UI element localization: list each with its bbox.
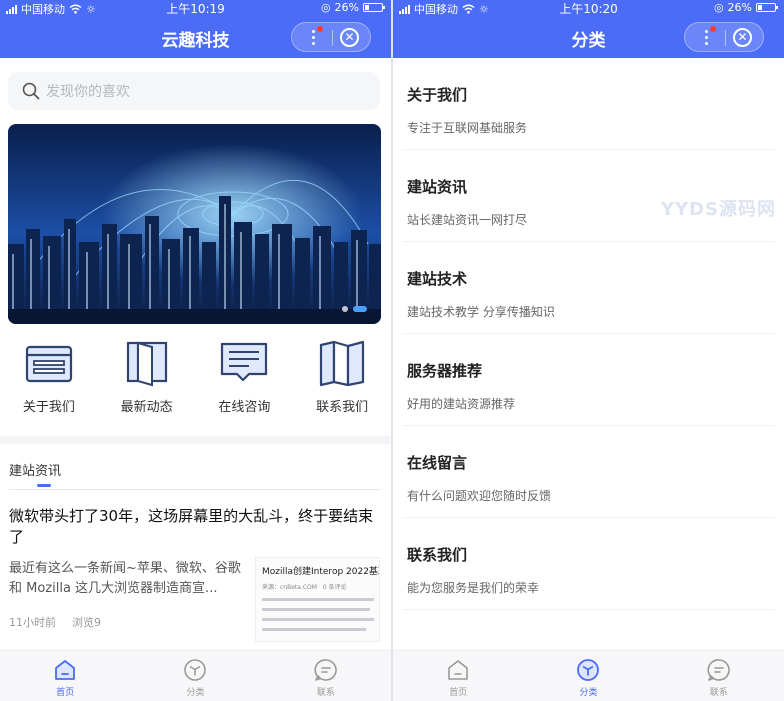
search-placeholder: 发现你的喜欢 [46, 84, 130, 100]
category-description: 建站技术教学 分享传播知识 [407, 305, 555, 319]
category-title: 服务器推荐 [407, 362, 483, 380]
close-icon[interactable]: ✕ [340, 28, 359, 47]
category-list: 关于我们 专注于互联网基础服务 建站资讯 站长建站资讯一网打尽 建站技术 建站技… [393, 58, 784, 610]
carousel-indicator [342, 306, 367, 312]
category-description: 站长建站资讯一网打尽 [407, 213, 528, 227]
article-views: 浏览9 [72, 616, 101, 629]
category-description: 专注于互联网基础服务 [407, 121, 528, 135]
home-screen: 中国移动 ☼ 上午10:19 ◎ 26% 云趣科技 ✕ 发现你的喜欢 关于我们 … [0, 0, 391, 701]
book-icon [126, 341, 167, 387]
grid-label: 联系我们 [316, 400, 369, 415]
cube-icon [184, 659, 207, 681]
grid-label: 关于我们 [22, 400, 75, 415]
tab-bar: 首页 分类 联系 [0, 650, 391, 701]
article-time: 11小时前 [9, 616, 56, 629]
grid-label: 在线咨询 [218, 400, 271, 415]
battery-icon [756, 3, 778, 12]
tab-category[interactable]: 分类 [523, 651, 653, 701]
nav-contact-us[interactable]: 联系我们 [293, 338, 391, 428]
category-item[interactable]: 建站技术 建站技术教学 分享传播知识 [402, 242, 775, 334]
category-title: 在线留言 [407, 454, 468, 472]
battery-icon [363, 3, 385, 12]
category-description: 好用的建站资源推荐 [407, 397, 516, 411]
mini-program-capsule: ✕ [291, 22, 371, 52]
battery-percent: 26% [334, 1, 359, 14]
banner-carousel[interactable] [8, 124, 381, 324]
nav-latest-news[interactable]: 最新动态 [98, 338, 196, 428]
nav-online-consult[interactable]: 在线咨询 [196, 338, 294, 428]
folded-map-icon [320, 340, 365, 387]
category-description: 能为您服务是我们的荣幸 [407, 581, 540, 595]
carousel-dot[interactable] [342, 306, 348, 312]
category-screen: 中国移动 ☼ 上午10:20 ◎ 26% 分类 ✕ 关于我们 专注于互联网基础服… [393, 0, 784, 701]
thumbnail-title: Mozilla创建Interop 2022基准 [262, 567, 380, 577]
notification-badge [710, 26, 716, 32]
tab-contact[interactable]: 联系 [654, 651, 784, 701]
close-icon[interactable]: ✕ [733, 28, 752, 47]
tab-home[interactable]: 首页 [393, 651, 523, 701]
header: 中国移动 ☼ 上午10:20 ◎ 26% 分类 ✕ [393, 0, 784, 58]
mini-program-capsule: ✕ [684, 22, 764, 52]
tab-category[interactable]: 分类 [130, 651, 260, 701]
category-title: 联系我们 [407, 546, 468, 564]
article-thumbnail[interactable]: Mozilla创建Interop 2022基准 来源：cnBeta.COM 0 … [255, 557, 380, 642]
watermark: YYDS源码网 [661, 199, 776, 220]
thumbnail-meta: 来源：cnBeta.COM 0 条评论 [262, 584, 347, 591]
status-bar: 中国移动 ☼ 上午10:19 ◎ 26% [0, 0, 391, 16]
tab-label: 联系 [709, 688, 728, 698]
carousel-dot-active[interactable] [353, 306, 367, 312]
tab-contact[interactable]: 联系 [261, 651, 391, 701]
category-item[interactable]: 关于我们 专注于互联网基础服务 [402, 58, 775, 150]
quick-nav-grid: 关于我们 最新动态 在线咨询 联系我们 [0, 338, 391, 428]
category-title: 关于我们 [407, 86, 468, 104]
grid-label: 最新动态 [120, 400, 173, 415]
search-input[interactable]: 发现你的喜欢 [8, 72, 380, 110]
tab-label: 分类 [579, 688, 598, 698]
article-excerpt: 最近有这么一条新闻~苹果、微软、谷歌和 Mozilla 这几大浏览器制造商宣..… [9, 561, 241, 596]
category-title: 建站技术 [407, 270, 468, 288]
orientation-lock-icon: ◎ [320, 1, 331, 14]
tab-label: 首页 [449, 688, 468, 698]
tab-bar: 首页 分类 联系 [393, 650, 784, 701]
chat-document-icon [221, 342, 268, 382]
category-description: 有什么问题欢迎您随时反馈 [407, 489, 552, 503]
tab-label: 分类 [186, 688, 205, 698]
category-item[interactable]: 在线留言 有什么问题欢迎您随时反馈 [402, 426, 775, 518]
orientation-lock-icon: ◎ [713, 1, 724, 14]
status-bar: 中国移动 ☼ 上午10:20 ◎ 26% [393, 0, 784, 16]
city-skyline-image [8, 124, 381, 324]
section-tab-indicator [37, 484, 51, 487]
header: 中国移动 ☼ 上午10:19 ◎ 26% 云趣科技 ✕ [0, 0, 391, 58]
article-title[interactable]: 微软带头打了30年，这场屏幕里的大乱斗，终于要结束了 [9, 506, 384, 548]
search-icon [22, 82, 40, 100]
nav-about-us[interactable]: 关于我们 [0, 338, 98, 428]
browser-window-icon [25, 345, 72, 383]
cube-icon [577, 659, 600, 681]
category-item[interactable]: 服务器推荐 好用的建站资源推荐 [402, 334, 775, 426]
message-icon [707, 659, 730, 681]
category-title: 建站资讯 [407, 178, 468, 196]
battery-percent: 26% [727, 1, 752, 14]
home-icon [448, 660, 468, 680]
category-item[interactable]: 联系我们 能为您服务是我们的荣幸 [402, 518, 775, 610]
tab-label: 联系 [316, 688, 335, 698]
section-divider [0, 436, 391, 444]
section-tab[interactable]: 建站资讯 [9, 460, 61, 479]
tab-home[interactable]: 首页 [0, 651, 130, 701]
divider [9, 489, 381, 490]
article-meta: 11小时前 浏览9 [9, 614, 101, 630]
home-icon [55, 660, 76, 680]
notification-badge [317, 26, 323, 32]
tab-label: 首页 [56, 688, 75, 698]
message-icon [314, 659, 337, 681]
